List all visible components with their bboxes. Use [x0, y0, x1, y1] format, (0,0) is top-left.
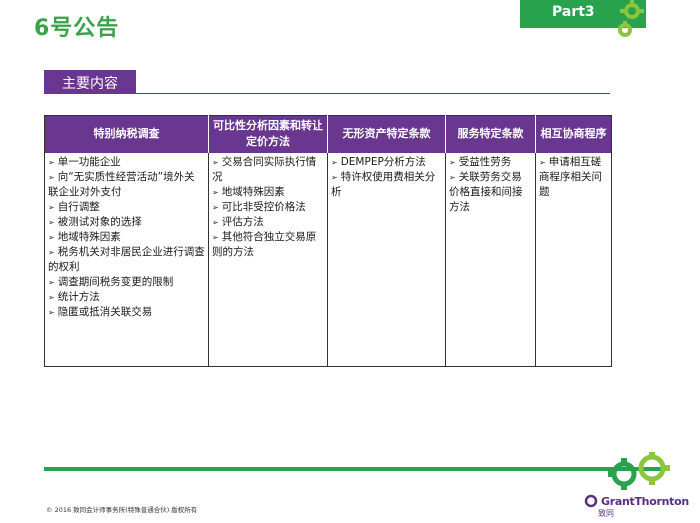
list-item: ➢ 关联劳务交易价格直接和间接方法	[449, 170, 523, 213]
table-header-row: 特别纳税调查 可比性分析因素和转让定价方法 无形资产特定条款 服务特定条款 相互…	[44, 115, 612, 153]
list-item: ➢ 其他符合独立交易原则的方法	[212, 230, 317, 258]
table-cell: ➢ 申请相互磋商程序相关问题	[536, 153, 612, 367]
arrow-bullet-icon: ➢	[449, 172, 456, 182]
arrow-bullet-icon: ➢	[449, 157, 456, 167]
arrow-bullet-icon: ➢	[331, 157, 338, 167]
column-header: 可比性分析因素和转让定价方法	[208, 115, 328, 153]
column-header: 服务特定条款	[445, 115, 536, 153]
list-item: ➢ 向“无实质性经营活动”境外关联企业对外支付	[48, 170, 195, 198]
table-row: ➢ 单一功能企业 ➢ 向“无实质性经营活动”境外关联企业对外支付 ➢ 自行调整 ➢ 被测…	[44, 152, 612, 367]
table-cell: ➢ 单一功能企业 ➢ 向“无实质性经营活动”境外关联企业对外支付 ➢ 自行调整 ➢ 被测…	[44, 152, 209, 367]
table-cell: ➢ DEMPEP分析方法 ➢ 特许权使用费相关分析	[327, 152, 446, 367]
list-item: ➢ 单一功能企业	[48, 155, 121, 168]
arrow-bullet-icon: ➢	[48, 232, 55, 242]
brand-logo: GrantThornton 致同	[584, 494, 689, 519]
list-item: ➢ 交易合同实际执行情况	[212, 155, 317, 183]
arrow-bullet-icon: ➢	[212, 187, 219, 197]
list-item: ➢ 调查期间税务变更的限制	[48, 275, 174, 288]
list-item: ➢ 受益性劳务	[449, 155, 512, 168]
list-item: ➢ 税务机关对非居民企业进行调查的权利	[48, 245, 205, 273]
list-item: ➢ 自行调整	[48, 200, 100, 213]
table-cell: ➢ 交易合同实际执行情况 ➢ 地域特殊因素 ➢ 可比非受控价格法 ➢ 评估方法 ➢ 其他符…	[208, 152, 328, 367]
list-item: ➢ 隐匿或抵消关联交易	[48, 305, 153, 318]
list-item: ➢ 地域特殊因素	[48, 230, 121, 243]
arrow-bullet-icon: ➢	[48, 202, 55, 212]
arrow-bullet-icon: ➢	[331, 172, 338, 182]
arrow-bullet-icon: ➢	[212, 157, 219, 167]
list-item: ➢ 可比非受控价格法	[212, 200, 306, 213]
brand-subtitle: 致同	[598, 509, 614, 518]
arrow-bullet-icon: ➢	[48, 157, 55, 167]
arrow-bullet-icon: ➢	[48, 277, 55, 287]
list-item: ➢ 被测试对象的选择	[48, 215, 142, 228]
arrow-bullet-icon: ➢	[48, 217, 55, 227]
section-divider	[44, 93, 610, 94]
arrow-bullet-icon: ➢	[539, 157, 546, 167]
column-header: 特别纳税调查	[44, 115, 209, 153]
list-item: ➢ 地域特殊因素	[212, 185, 285, 198]
arrow-bullet-icon: ➢	[48, 247, 55, 257]
arrow-bullet-icon: ➢	[212, 217, 219, 227]
column-header: 无形资产特定条款	[327, 115, 446, 153]
brand-name: GrantThornton	[601, 494, 689, 508]
list-item: ➢ 统计方法	[48, 290, 100, 303]
arrow-bullet-icon: ➢	[48, 292, 55, 302]
list-item: ➢ DEMPEP分析方法	[331, 155, 426, 168]
column-header: 相互协商程序	[535, 115, 612, 153]
list-item: ➢ 特许权使用费相关分析	[331, 170, 436, 198]
footer-divider	[44, 466, 664, 471]
list-item: ➢ 评估方法	[212, 215, 264, 228]
content-table: 特别纳税调查 可比性分析因素和转让定价方法 无形资产特定条款 服务特定条款 相互…	[44, 115, 612, 367]
table-cell: ➢ 受益性劳务 ➢ 关联劳务交易价格直接和间接方法	[445, 152, 536, 367]
arrow-bullet-icon: ➢	[48, 307, 55, 317]
list-item: ➢ 申请相互磋商程序相关问题	[539, 155, 602, 198]
arrow-bullet-icon: ➢	[212, 202, 219, 212]
copyright-text: © 2016 致同会计师事务所(特殊普通合伙) 版权所有	[46, 506, 198, 514]
arrow-bullet-icon: ➢	[212, 232, 219, 242]
gears-icon	[618, 0, 644, 37]
section-label: 主要内容	[44, 70, 136, 94]
slide-title: 6号公告	[34, 16, 120, 41]
gears-icon	[608, 452, 670, 490]
brand-mark-icon	[584, 494, 598, 508]
arrow-bullet-icon: ➢	[48, 172, 55, 182]
